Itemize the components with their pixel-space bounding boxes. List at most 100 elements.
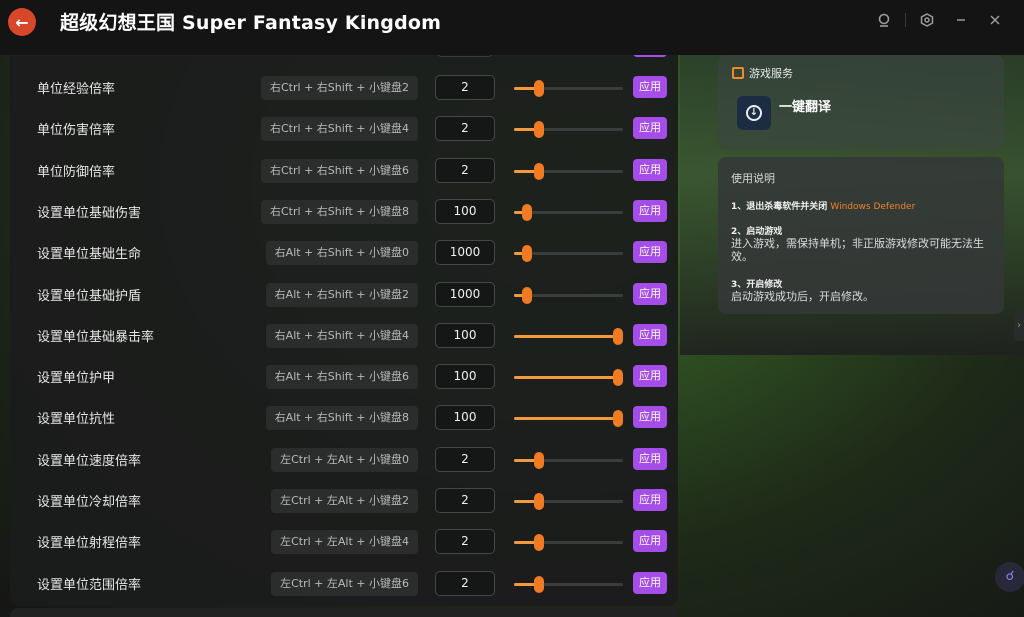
- hotkey-badge: 左Ctrl + 左Alt + 小键盘2: [271, 489, 418, 513]
- slider-thumb[interactable]: [534, 121, 544, 139]
- hotkey-badge: 右Alt + 右Shift + 小键盘2: [265, 282, 418, 307]
- hotkey-badge: 左Ctrl + 左Alt + 小键盘6: [271, 571, 418, 596]
- value-input[interactable]: 100: [435, 405, 495, 431]
- apply-button[interactable]: 应用: [633, 117, 667, 140]
- settings-icon[interactable]: [910, 10, 944, 30]
- hotkey-badge: 右Ctrl + 右Shift + 小键盘6: [261, 158, 418, 183]
- apply-button[interactable]: 应用: [633, 489, 667, 511]
- value-slider[interactable]: [514, 327, 623, 345]
- box-icon: [732, 67, 744, 79]
- cheat-row: 单位防御倍率 右Ctrl + 右Shift + 小键盘6 2 应用: [10, 149, 678, 190]
- value-slider[interactable]: [514, 162, 623, 180]
- apply-button[interactable]: 应用: [633, 76, 667, 98]
- value-input[interactable]: 2: [435, 570, 495, 596]
- divider: [905, 13, 906, 27]
- back-arrow-icon[interactable]: ←: [8, 8, 36, 36]
- app-title: 超级幻想王国 Super Fantasy Kingdom: [60, 12, 442, 34]
- translate-button[interactable]: ↓: [737, 96, 771, 130]
- step1-title: 1、退出杀毒软件并关闭 Windows Defender: [731, 199, 915, 212]
- step3-title: 3、开启修改: [731, 280, 783, 290]
- step1-accent: Windows Defender: [830, 202, 916, 212]
- value-slider[interactable]: [514, 575, 623, 593]
- slider-thumb[interactable]: [522, 286, 532, 304]
- headset-icon[interactable]: ☌: [995, 562, 1024, 592]
- usage-title: 使用说明: [731, 172, 775, 185]
- apply-button[interactable]: 应用: [633, 199, 667, 222]
- cheat-row: 设置单位基础伤害 右Ctrl + 右Shift + 小键盘8 100 应用: [10, 190, 678, 231]
- cheat-label: 单位伤害倍率: [37, 123, 116, 139]
- value-input[interactable]: 2: [435, 529, 495, 555]
- cheat-label: 设置单位基础暴击率: [37, 329, 155, 345]
- value-input[interactable]: 2: [435, 157, 495, 183]
- apply-button[interactable]: 应用: [633, 406, 667, 429]
- slider-thumb[interactable]: [534, 162, 544, 180]
- value-slider[interactable]: [514, 493, 623, 510]
- slider-fill: [514, 417, 618, 421]
- slider-thumb[interactable]: [534, 80, 544, 97]
- game-service-title: 游戏服务: [749, 67, 793, 80]
- previous-row-stub: [10, 55, 678, 57]
- cheat-list-panel: 单位经验倍率 右Ctrl + 右Shift + 小键盘2 2 应用 单位伤害倍率 右Ctr…: [10, 55, 678, 606]
- usage-instructions-card: 使用说明 1、退出杀毒软件并关闭 Windows Defender 2、启动游戏…: [718, 157, 1004, 314]
- value-slider[interactable]: [514, 245, 623, 263]
- slider-thumb[interactable]: [534, 451, 544, 469]
- hotkey-badge: 左Ctrl + 左Alt + 小键盘4: [271, 530, 418, 555]
- apply-button[interactable]: 应用: [633, 571, 667, 594]
- value-input[interactable]: 2: [435, 116, 495, 142]
- user-icon[interactable]: [867, 10, 901, 30]
- value-slider[interactable]: [514, 410, 623, 428]
- apply-button-stub: [633, 55, 667, 57]
- value-input[interactable]: 2: [435, 488, 495, 513]
- title-bar: ← 超级幻想王国 Super Fantasy Kingdom: [0, 0, 1024, 55]
- value-input[interactable]: 100: [435, 322, 495, 348]
- minimize-icon[interactable]: [944, 10, 978, 30]
- value-slider[interactable]: [514, 121, 623, 139]
- apply-button[interactable]: 应用: [633, 530, 667, 553]
- cheat-label: 设置单位范围倍率: [37, 577, 142, 593]
- cheat-row: 设置单位抗性 右Alt + 右Shift + 小键盘8 100 应用: [10, 396, 678, 437]
- side-collapse-handle[interactable]: ›: [1014, 311, 1024, 341]
- hotkey-badge: 右Ctrl + 右Shift + 小键盘8: [261, 199, 418, 224]
- apply-button[interactable]: 应用: [633, 365, 667, 388]
- slider-thumb[interactable]: [613, 327, 623, 345]
- value-slider[interactable]: [514, 286, 623, 304]
- value-input[interactable]: 2: [435, 446, 495, 472]
- cheat-row: 设置单位射程倍率 左Ctrl + 左Alt + 小键盘4 2 应用: [10, 520, 678, 561]
- close-icon[interactable]: [978, 10, 1012, 30]
- cheat-row: 设置单位基础生命 右Alt + 右Shift + 小键盘0 1000 应用: [10, 231, 678, 272]
- slider-thumb[interactable]: [613, 410, 623, 428]
- value-slider[interactable]: [514, 534, 623, 552]
- value-slider[interactable]: [514, 203, 623, 221]
- apply-button[interactable]: 应用: [633, 447, 667, 470]
- apply-button[interactable]: 应用: [633, 158, 667, 181]
- value-input[interactable]: 1000: [435, 240, 495, 266]
- cheat-row: 单位伤害倍率 右Ctrl + 右Shift + 小键盘4 2 应用: [10, 107, 678, 148]
- slider-thumb[interactable]: [534, 534, 544, 552]
- slider-thumb[interactable]: [534, 575, 544, 593]
- apply-button[interactable]: 应用: [633, 282, 667, 305]
- cheat-row: 设置单位冷却倍率 左Ctrl + 左Alt + 小键盘2 2 应用: [10, 479, 678, 520]
- cheat-row: 设置单位基础暴击率 右Alt + 右Shift + 小键盘4 100 应用: [10, 314, 678, 355]
- cheat-label: 设置单位护甲: [37, 371, 116, 387]
- slider-thumb[interactable]: [522, 245, 532, 263]
- value-slider[interactable]: [514, 451, 623, 469]
- cheat-label: 设置单位速度倍率: [37, 453, 142, 469]
- hotkey-badge: 右Ctrl + 右Shift + 小键盘4: [261, 117, 418, 142]
- slider-thumb[interactable]: [613, 369, 623, 387]
- step1-title-text: 1、退出杀毒软件并关闭: [731, 202, 828, 212]
- apply-button[interactable]: 应用: [633, 241, 667, 264]
- value-slider[interactable]: [514, 80, 623, 97]
- value-input[interactable]: 100: [435, 364, 495, 390]
- value-input[interactable]: 1000: [435, 281, 495, 307]
- cheat-row: 设置单位范围倍率 左Ctrl + 左Alt + 小键盘6 2 应用: [10, 562, 678, 603]
- hotkey-badge: 右Alt + 右Shift + 小键盘0: [265, 241, 418, 266]
- value-input[interactable]: 2: [435, 75, 495, 100]
- value-input[interactable]: 100: [435, 198, 495, 224]
- hotkey-badge: 右Alt + 右Shift + 小键盘8: [265, 406, 418, 431]
- slider-thumb[interactable]: [522, 203, 532, 221]
- value-slider[interactable]: [514, 369, 623, 387]
- translate-label[interactable]: 一键翻译: [779, 96, 831, 115]
- slider-thumb[interactable]: [534, 493, 544, 510]
- window-controls: [867, 10, 1012, 30]
- apply-button[interactable]: 应用: [633, 323, 667, 346]
